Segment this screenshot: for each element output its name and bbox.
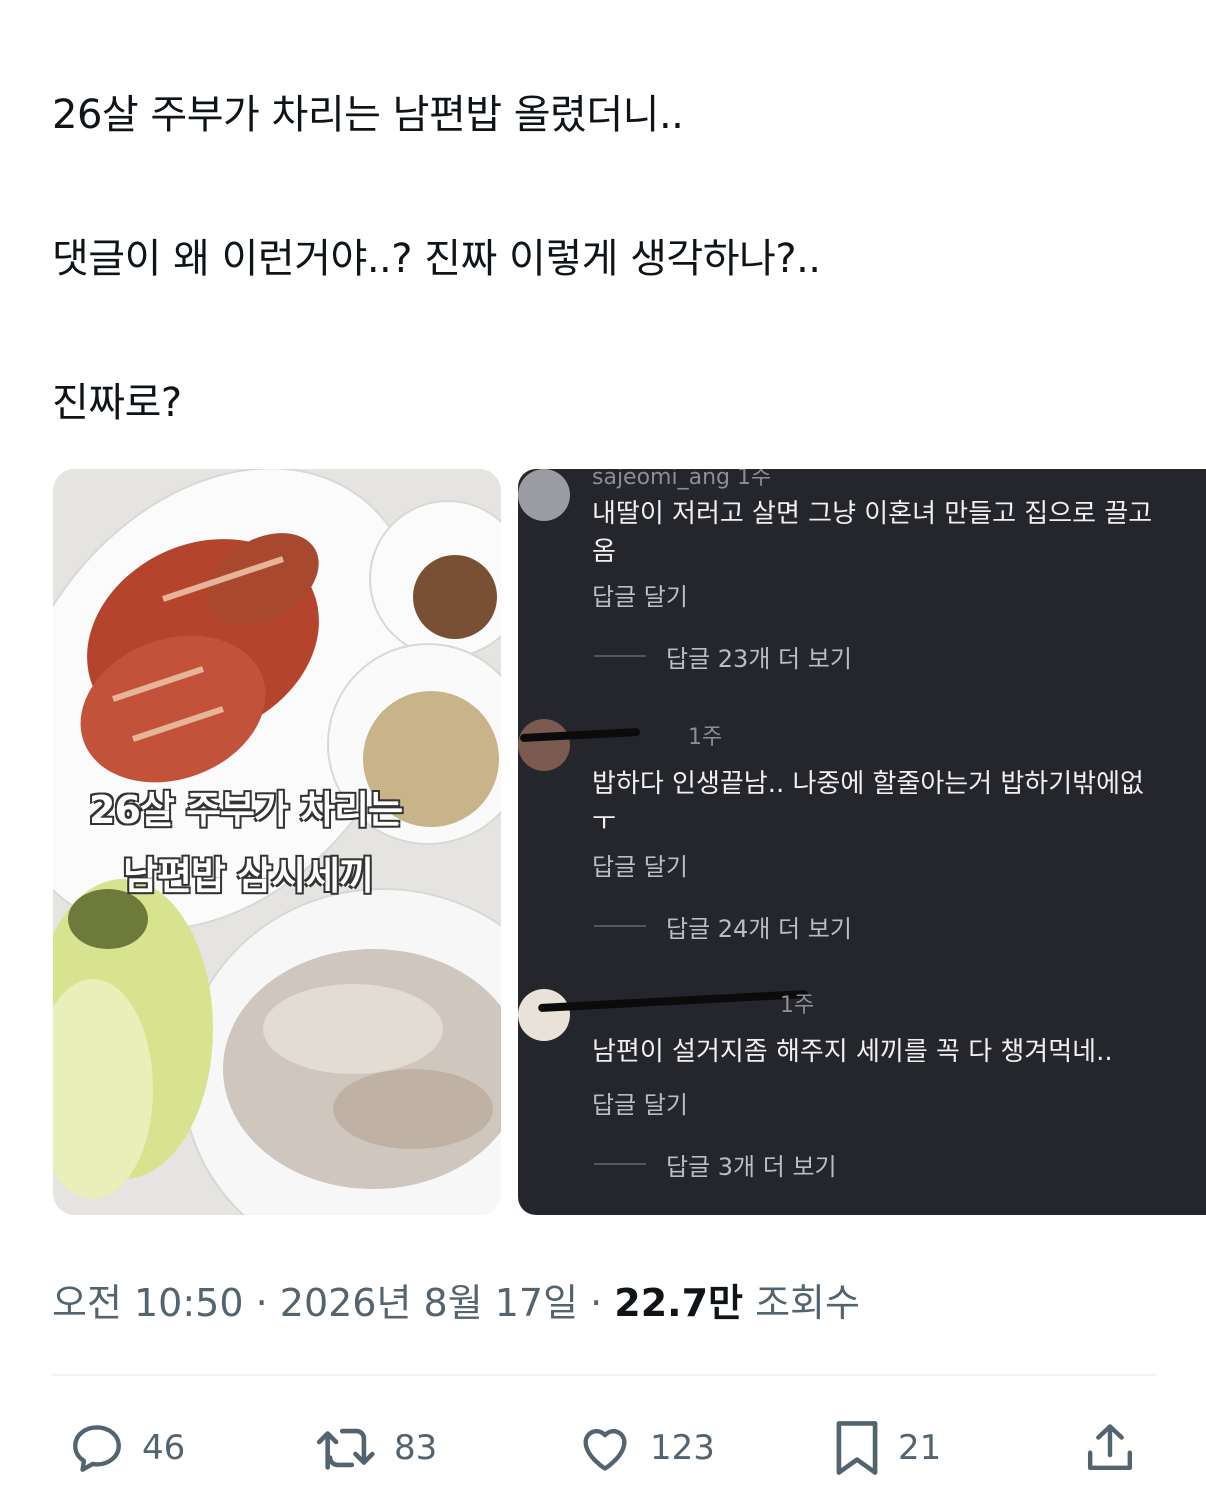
avatar	[518, 719, 570, 771]
post-text-line-2: 댓글이 왜 이런거야..? 진짜 이렇게 생각하나?..	[52, 236, 821, 282]
more-replies-link[interactable]: 답글 23개 더 보기	[666, 639, 852, 674]
post-text-line-3: 진짜로?	[52, 380, 182, 426]
reply-button[interactable]: 46	[66, 1418, 185, 1478]
more-replies-link[interactable]: 답글 24개 더 보기	[666, 909, 852, 944]
comment-text: 밥하다 인생끝남.. 나중에 할줄아는거 밥하기밖에없	[592, 769, 1144, 799]
food-overlay-line-1: 26살 주부가 차리는	[89, 788, 403, 832]
reply-link[interactable]: 답글 달기	[592, 1085, 688, 1120]
divider	[594, 1163, 646, 1165]
repost-count: 83	[394, 1428, 438, 1468]
bookmark-button[interactable]: 21	[830, 1418, 941, 1478]
like-button[interactable]: 123	[574, 1418, 715, 1478]
like-count: 123	[650, 1428, 715, 1468]
repost-button[interactable]: 83	[314, 1418, 437, 1478]
view-count: 22.7만	[614, 1281, 744, 1325]
avatar	[518, 469, 570, 521]
post-date[interactable]: 2026년 8월 17일	[280, 1281, 578, 1325]
redaction-scribble	[537, 989, 809, 1013]
heart-icon	[583, 1429, 627, 1471]
food-photo[interactable]: 26살 주부가 차리는 남편밥 삼시세끼	[53, 469, 501, 1215]
divider	[594, 655, 646, 657]
divider	[594, 925, 646, 927]
bookmark-count: 21	[898, 1428, 942, 1468]
comment-text-cont: 옴	[592, 537, 616, 567]
reply-count: 46	[142, 1428, 186, 1468]
bookmark-icon	[836, 1421, 878, 1475]
comment-username: sajeomi_ang 1주	[592, 469, 772, 490]
divider	[52, 1374, 1156, 1376]
comment-text: 내딸이 저러고 살면 그냥 이혼녀 만들고 집으로 끌고	[592, 499, 1153, 529]
reply-link[interactable]: 답글 달기	[592, 847, 688, 882]
more-replies-link[interactable]: 답글 3개 더 보기	[666, 1147, 837, 1182]
comment-text-cont: ㅜ	[592, 807, 616, 837]
post-time[interactable]: 오전 10:50	[52, 1281, 244, 1325]
comment-username: 1주	[688, 725, 723, 750]
food-overlay-line-2: 남편밥 삼시세끼	[123, 854, 374, 898]
avatar	[518, 989, 570, 1041]
comment-text: 남편이 설거지좀 해주지 세끼를 꼭 다 챙겨먹네..	[592, 1037, 1113, 1067]
separator: ·	[578, 1281, 615, 1325]
post-timestamp: 오전 10:50 · 2026년 8월 17일 · 22.7만 조회수	[52, 1272, 860, 1327]
reply-icon	[73, 1425, 121, 1472]
view-label: 조회수	[743, 1281, 860, 1325]
comments-screenshot[interactable]: sajeomi_ang 1주 내딸이 저러고 살면 그냥 이혼녀 만들고 집으로…	[518, 469, 1206, 1215]
food-illustration	[53, 469, 501, 1215]
share-icon	[1087, 1424, 1133, 1471]
reply-link[interactable]: 답글 달기	[592, 577, 688, 612]
post-text-line-1: 26살 주부가 차리는 남편밥 올렸더니..	[52, 92, 684, 138]
repost-icon	[316, 1428, 375, 1470]
comment-username: 1주	[780, 993, 815, 1018]
share-button[interactable]	[1082, 1418, 1138, 1478]
separator: ·	[243, 1281, 280, 1325]
